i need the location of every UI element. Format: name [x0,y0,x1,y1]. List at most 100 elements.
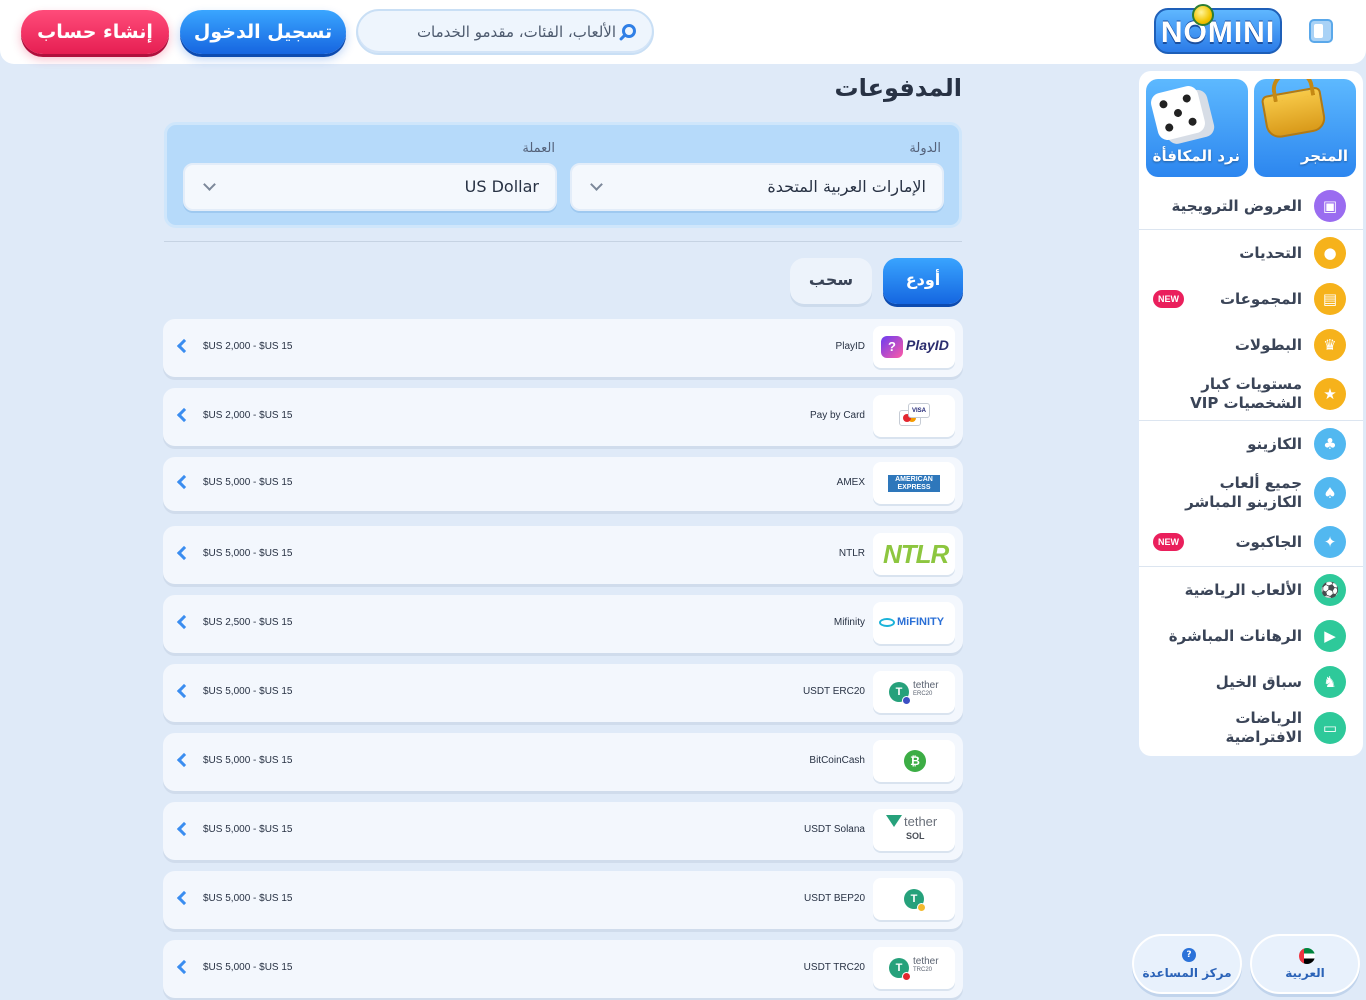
sidebar-item-label: الرياضات الافتراضية [1225,709,1302,746]
bitcoin-cash-icon: ₿ [904,750,926,772]
payment-method-row[interactable]: tether SOL USDT Solana $US 5,000 - $US 1… [163,802,963,860]
search-icon [622,24,636,38]
payment-method-name: PlayID [835,341,865,352]
payment-method-name: BitCoinCash [809,755,865,766]
amex-mark: AMERICAN EXPRESS [888,475,940,492]
chevron-left-icon [176,959,192,975]
network-text: TRC20 [913,967,933,973]
network-text: SOL [906,831,925,841]
sidebar-item-live-bets[interactable]: ▶ الرهانات المباشرة [1139,613,1363,659]
payment-method-row[interactable]: ? PlayID PlayID $US 2,000 - $US 15 [163,319,963,377]
network-text: ERC20 [913,691,933,697]
sidebar-item-horse-racing[interactable]: ♞ سباق الخيل [1139,659,1363,705]
sidebar-item-label: جميع ألعاب الكازينو المباشر [1185,474,1302,511]
ntlr-wordmark: NTLR [883,539,949,569]
new-badge: NEW [1153,533,1184,551]
ntlr-logo: NTLR [873,533,955,575]
sidebar-item-vip[interactable]: ★ مستويات كبار الشخصيات VIP [1139,368,1363,420]
chevron-left-icon [176,407,192,423]
playid-wordmark: PlayID [906,337,949,353]
payment-method-name: NTLR [838,548,865,559]
tether-wordmark: tether [904,814,938,829]
payment-method-row[interactable]: T tether ERC20 USDT ERC20 $US 5,000 - $U… [163,664,963,722]
currency-label: العملة [522,141,555,156]
chevron-left-icon [176,614,192,630]
country-select[interactable]: الإمارات العربية المتحدة [570,163,944,211]
infinity-icon [879,618,895,627]
sidebar-item-label: الألعاب الرياضية [1184,580,1302,599]
sidebar-toggle-icon[interactable] [1309,19,1333,43]
chevron-down-icon [203,178,216,191]
tile-label: المتجر [1300,147,1348,165]
payment-method-row[interactable]: ₿ BitCoinCash $US 5,000 - $US 15 [163,733,963,791]
sidebar-item-label: الرهانات المباشرة [1168,626,1302,645]
sidebar-item-sports[interactable]: ⚽ الألعاب الرياضية [1139,567,1363,613]
payment-method-row[interactable]: VISA Pay by Card $US 2,000 - $US 15 [163,388,963,446]
playid-mark-icon: ? [881,336,903,358]
uae-flag-icon [1299,948,1315,964]
payment-method-name: USDT ERC20 [802,686,865,697]
register-button[interactable]: إنشاء حساب [21,10,169,54]
sidebar-tile-bonus-dice[interactable]: نرد المكافأة [1146,79,1248,177]
login-button[interactable]: تسجيل الدخول [180,10,346,54]
crown-icon: ★ [1314,378,1346,410]
jackpot-icon: ✦ [1314,526,1346,558]
sidebar-tile-store[interactable]: المتجر [1254,79,1356,177]
sidebar-item-collections[interactable]: ▤ المجموعات NEW [1139,276,1363,322]
chevron-left-icon [176,474,192,490]
payment-limits: $US 5,000 - $US 15 [203,962,293,973]
search-input[interactable]: الألعاب، الفئات، مقدمو الخدمات [356,9,654,55]
tile-label: نرد المكافأة [1152,147,1240,165]
payment-method-row[interactable]: AMERICAN EXPRESS AMEX $US 5,000 - $US 15 [163,457,963,511]
divider [164,241,962,242]
tether-sol-logo: tether SOL [873,809,955,851]
country-value: الإمارات العربية المتحدة [767,177,926,196]
payment-method-name: Mifinity [833,617,865,628]
payment-filters: الدولة الإمارات العربية المتحدة العملة U… [164,122,962,228]
sidebar-item-label: سباق الخيل [1215,672,1302,691]
horse-icon: ♞ [1314,666,1346,698]
payment-method-row[interactable]: NTLR NTLR $US 5,000 - $US 15 [163,526,963,584]
payment-method-row[interactable]: T USDT BEP20 $US 5,000 - $US 15 [163,871,963,929]
tab-withdraw[interactable]: سحب [790,258,872,304]
tether-erc20-logo: T tether ERC20 [873,671,955,713]
casino-icon: ♣ [1314,428,1346,460]
tab-deposit[interactable]: أودع [883,258,963,304]
sidebar-item-virtual-sports[interactable]: ▭ الرياضات الافتراضية [1139,705,1363,751]
badge-icon: ● [1314,237,1346,269]
payment-method-row[interactable]: T tether TRC20 USDT TRC20 $US 5,000 - $U… [163,940,963,998]
sidebar-item-tournaments[interactable]: ♛ البطولات [1139,322,1363,368]
sidebar-item-label: مستويات كبار الشخصيات VIP [1190,375,1302,412]
payment-limits: $US 5,000 - $US 15 [203,548,293,559]
help-center-button[interactable]: ? مركز المساعدة [1132,934,1242,994]
payment-limits: $US 2,000 - $US 15 [203,410,293,421]
tether-trc20-logo: T tether TRC20 [873,947,955,989]
sidebar: المتجر نرد المكافأة ▣ العروض الترويجية ●… [1139,71,1363,756]
currency-select[interactable]: US Dollar [183,163,557,211]
chevron-down-icon [590,178,603,191]
mifinity-wordmark: MiFINITY [897,616,945,628]
sidebar-item-label: التحديات [1239,243,1302,262]
virtual-sports-icon: ▭ [1314,712,1346,744]
chevron-left-icon [176,683,192,699]
page-title: المدفوعات [834,74,962,102]
live-bets-icon: ▶ [1314,620,1346,652]
logo[interactable]: NOMINI [1154,4,1282,54]
language-button[interactable]: العربية [1250,934,1360,994]
payment-limits: $US 5,000 - $US 15 [203,477,293,488]
sidebar-item-label: الكازينو [1247,434,1302,453]
sidebar-item-challenges[interactable]: ● التحديات [1139,230,1363,276]
chevron-left-icon [176,821,192,837]
chevron-left-icon [176,752,192,768]
sidebar-item-casino[interactable]: ♣ الكازينو [1139,421,1363,467]
language-label: العربية [1285,966,1325,980]
sidebar-item-promotions[interactable]: ▣ العروض الترويجية [1139,183,1363,229]
sidebar-item-live-casino[interactable]: ♠ جميع ألعاب الكازينو المباشر [1139,467,1363,519]
payment-limits: $US 5,000 - $US 15 [203,686,293,697]
payment-limits: $US 5,000 - $US 15 [203,755,293,766]
payment-method-row[interactable]: MiFINITY Mifinity $US 2,500 - $US 15 [163,595,963,653]
sidebar-item-jackpot[interactable]: ✦ الجاكبوت NEW [1139,519,1363,565]
trophy-icon: ♛ [1314,329,1346,361]
logo-text: NOMINI [1160,16,1276,49]
new-badge: NEW [1153,290,1184,308]
